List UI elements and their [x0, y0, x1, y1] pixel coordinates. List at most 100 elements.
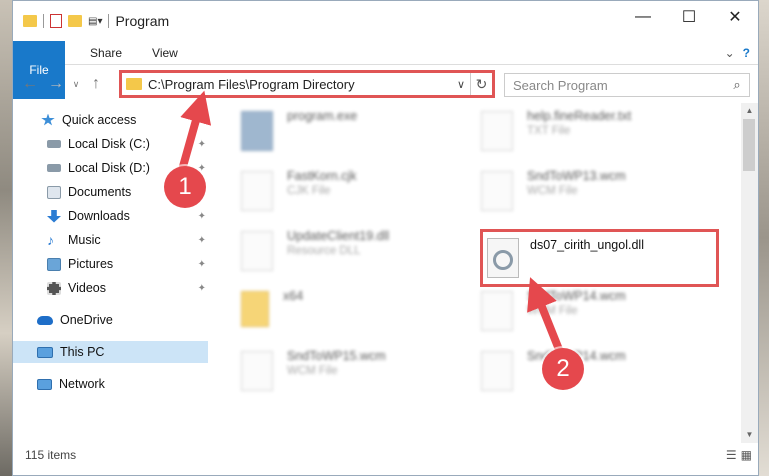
file-icon: [481, 291, 513, 331]
file-item[interactable]: SndToWP13.wcm WCM File: [481, 169, 711, 227]
sidebar-item-local-disk-c[interactable]: Local Disk (C:) ✦: [13, 133, 208, 155]
sidebar-item-quick-access[interactable]: Quick access: [13, 109, 208, 131]
computer-icon: [37, 346, 53, 358]
documents-icon: [47, 185, 61, 199]
scroll-down-icon[interactable]: ▼: [741, 427, 758, 443]
step-badge-2: 2: [542, 348, 584, 390]
forward-button[interactable]: →: [43, 75, 69, 93]
chevron-down-icon[interactable]: ∨: [452, 78, 470, 91]
videos-icon: [47, 281, 61, 295]
file-type: Resource DLL: [287, 245, 361, 257]
file-name: x64: [283, 289, 304, 303]
step-badge-1: 1: [164, 166, 206, 208]
file-name: SndToWP13.wcm: [527, 169, 626, 183]
file-item[interactable]: SndToWP14.wcm: [481, 349, 711, 407]
sidebar-item-label: OneDrive: [60, 313, 113, 327]
file-type: WCM File: [527, 305, 578, 317]
item-count: 115 items: [25, 448, 77, 462]
pin-icon[interactable]: ✦: [198, 139, 206, 150]
sidebar-item-label: Quick access: [62, 113, 137, 127]
pin-icon[interactable]: ✦: [198, 235, 206, 246]
tab-view[interactable]: View: [137, 41, 193, 64]
file-icon: [481, 351, 513, 391]
file-type: WCM File: [527, 185, 578, 197]
details-view-icon[interactable]: ☰: [726, 448, 737, 462]
sidebar-item-label: Downloads: [68, 209, 130, 223]
file-type: WCM File: [287, 365, 338, 377]
search-box[interactable]: ⌕: [504, 73, 750, 97]
download-icon: [47, 209, 61, 223]
address-bar[interactable]: C:\Program Files\Program Directory ∨ ↻: [119, 70, 495, 98]
sidebar-item-music[interactable]: ♪ Music ✦: [13, 229, 208, 251]
dll-file-icon: [241, 231, 273, 271]
sidebar-item-videos[interactable]: Videos ✦: [13, 277, 208, 299]
close-button[interactable]: ✕: [712, 1, 758, 33]
sidebar-item-pictures[interactable]: Pictures ✦: [13, 253, 208, 275]
file-name[interactable]: ds07_cirith_ungol.dll: [530, 238, 644, 252]
toolbar-divider: [43, 14, 44, 28]
file-item[interactable]: UpdateClient19.dll Resource DLL: [241, 229, 471, 287]
sidebar-item-onedrive[interactable]: OneDrive: [13, 309, 208, 331]
network-icon: [37, 378, 52, 390]
navigation-pane: Quick access Local Disk (C:) ✦ Local Dis…: [13, 103, 208, 443]
tiles-view-icon[interactable]: ▦: [741, 448, 752, 462]
exe-file-icon: [241, 111, 273, 151]
new-folder-icon[interactable]: [68, 15, 82, 27]
quick-access-toolbar: ▤▾: [13, 14, 110, 28]
file-icon: [241, 171, 273, 211]
folder-icon: [23, 15, 37, 27]
sidebar-item-network[interactable]: Network: [13, 373, 208, 395]
file-item[interactable]: FastKorn.cjk CJK File: [241, 169, 471, 227]
sidebar-item-label: Music: [68, 233, 101, 247]
title-bar: ▤▾ Program — ☐ ✕: [13, 1, 758, 41]
folder-item[interactable]: x64: [241, 289, 471, 347]
file-item[interactable]: SndToWP14.wcm WCM File: [481, 289, 711, 347]
maximize-button[interactable]: ☐: [666, 1, 712, 33]
tab-share[interactable]: Share: [75, 41, 137, 64]
minimize-button[interactable]: —: [620, 1, 666, 33]
file-item[interactable]: help.fineReader.txt TXT File: [481, 109, 711, 167]
ribbon-tabs: File Home Share View ⌄ ?: [13, 41, 758, 99]
up-button[interactable]: ↑: [83, 75, 109, 93]
explorer-window: ▤▾ Program — ☐ ✕ File Home Share View ⌄ …: [12, 0, 759, 476]
file-name: UpdateClient19.dll: [287, 229, 390, 243]
sidebar-item-label: Videos: [68, 281, 106, 295]
file-name: help.fineReader.txt: [527, 109, 632, 123]
search-input[interactable]: [513, 77, 725, 93]
folder-icon: [126, 78, 142, 90]
highlighted-file-item[interactable]: ds07_cirith_ungol.dll: [480, 229, 719, 287]
vertical-scrollbar[interactable]: ▲ ▼: [741, 103, 758, 443]
scrollbar-thumb[interactable]: [743, 119, 755, 171]
back-button[interactable]: ←: [17, 75, 43, 93]
file-item[interactable]: SndToWP15.wcm WCM File: [241, 349, 471, 407]
scroll-up-icon[interactable]: ▲: [741, 103, 758, 119]
drive-icon: [47, 140, 61, 148]
status-bar: 115 items ☰ ▦: [13, 443, 758, 467]
pin-icon[interactable]: ✦: [198, 211, 206, 222]
file-name: program.exe: [287, 109, 358, 123]
file-icon: [481, 171, 513, 211]
recent-locations-icon[interactable]: ∨: [69, 79, 83, 90]
window-title: Program: [115, 13, 170, 29]
file-name: FastKorn.cjk: [287, 169, 357, 183]
sidebar-item-downloads[interactable]: Downloads ✦: [13, 205, 208, 227]
properties-icon[interactable]: [50, 14, 62, 28]
navigation-bar: ← → ∨ ↑ C:\Program Files\Program Directo…: [13, 65, 758, 103]
file-type: CJK File: [287, 185, 331, 197]
text-file-icon: [481, 111, 513, 151]
address-path[interactable]: C:\Program Files\Program Directory: [148, 77, 452, 92]
toolbar-divider: [108, 14, 110, 28]
help-icon[interactable]: ?: [743, 46, 750, 60]
gear-icon: [493, 250, 513, 270]
sidebar-item-this-pc[interactable]: This PC: [13, 341, 208, 363]
search-icon[interactable]: ⌕: [725, 77, 749, 93]
refresh-button[interactable]: ↻: [470, 73, 492, 95]
drive-icon: [47, 164, 61, 172]
pin-icon[interactable]: ✦: [198, 259, 206, 270]
file-name: SndToWP15.wcm: [287, 349, 386, 363]
main-content: Quick access Local Disk (C:) ✦ Local Dis…: [13, 103, 758, 443]
expand-ribbon-icon[interactable]: ⌄: [725, 46, 735, 60]
customize-toolbar-icon[interactable]: ▤▾: [88, 16, 102, 27]
file-item[interactable]: program.exe: [241, 109, 471, 167]
pin-icon[interactable]: ✦: [198, 283, 206, 294]
